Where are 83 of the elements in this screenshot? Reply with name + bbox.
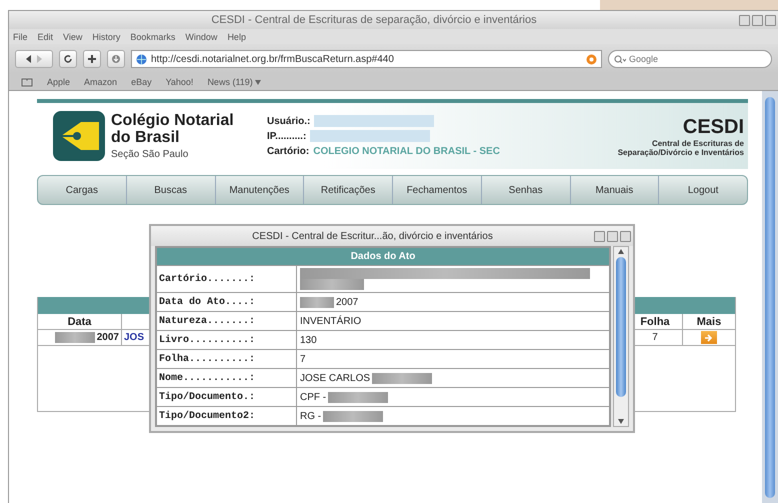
close-button[interactable]	[620, 230, 631, 242]
bookmark-link[interactable]: eBay	[131, 77, 152, 87]
field-value: 2007	[336, 296, 358, 308]
add-bookmark-button[interactable]	[83, 50, 101, 68]
field-label: Cartório.......:	[157, 266, 297, 292]
org-subtitle: Seção São Paulo	[111, 149, 190, 160]
close-button[interactable]	[765, 14, 776, 26]
maximize-button[interactable]	[752, 14, 763, 26]
scroll-up-icon[interactable]	[618, 249, 624, 254]
menu-item[interactable]: File	[13, 32, 28, 42]
nav-item[interactable]: Fechamentos	[393, 176, 482, 204]
book-icon[interactable]	[21, 78, 33, 86]
nav-item[interactable]: Senhas	[482, 176, 570, 204]
search-field[interactable]: Google	[608, 50, 772, 68]
scrollbar[interactable]	[762, 91, 778, 503]
table-cell: 7	[652, 332, 658, 343]
nav-item[interactable]: Manutenções	[216, 176, 304, 204]
table-cell: 2007	[96, 332, 119, 343]
nav-item[interactable]: Buscas	[126, 176, 216, 204]
minimize-button[interactable]	[594, 230, 605, 242]
bookmark-link[interactable]: Yahoo!	[166, 77, 194, 87]
search-icon	[614, 55, 626, 64]
field-label: Cartório:	[267, 146, 310, 156]
field-label: Tipo/Documento2:	[157, 407, 297, 425]
record-link[interactable]: JOS	[124, 332, 144, 343]
redacted-text	[54, 332, 95, 343]
field-value: RG -	[300, 410, 322, 422]
field-label: Natureza.......:	[157, 312, 297, 330]
bookmark-link[interactable]: Apple	[47, 77, 70, 87]
back-forward-arrows-icon	[24, 55, 44, 63]
org-name: do Brasil	[111, 129, 180, 146]
more-button[interactable]	[701, 331, 717, 344]
reload-icon	[63, 54, 73, 64]
field-value: CPF -	[300, 392, 326, 402]
brand-subtitle: Central de Escrituras de	[652, 138, 744, 148]
nav-item[interactable]: Retificações	[304, 176, 393, 204]
reload-button[interactable]	[59, 50, 77, 68]
download-icon	[111, 54, 121, 64]
field-label: Tipo/Documento.:	[157, 388, 297, 406]
download-button[interactable]	[107, 50, 125, 68]
menu-item[interactable]: Bookmarks	[130, 32, 176, 42]
field-value: COLEGIO NOTARIAL DO BRASIL - SEC	[313, 146, 500, 156]
popup-title: CESDI - Central de Escritur...ão, divórcio e inventários	[251, 230, 494, 242]
caret-icon	[254, 80, 261, 84]
field-value: JOSE CARLOS	[300, 372, 370, 384]
bookmark-link[interactable]: Amazon	[84, 77, 118, 87]
nav-item[interactable]: Logout	[659, 176, 747, 204]
scroll-down-icon[interactable]	[618, 419, 624, 424]
pen-nib-logo-icon	[53, 111, 105, 161]
maximize-button[interactable]	[607, 230, 618, 242]
plus-icon	[87, 54, 97, 64]
org-name: Colégio Notarial	[111, 112, 235, 129]
brand-subtitle: Separação/Divórcio e Inventários	[618, 148, 744, 156]
globe-icon	[136, 54, 147, 64]
field-label: Usuário.:	[267, 116, 310, 126]
menu-item[interactable]: History	[92, 32, 120, 42]
field-value: 130	[300, 334, 317, 346]
field-label: Nome...........:	[157, 369, 297, 387]
menu-item[interactable]: Help	[227, 32, 246, 42]
column-header: Data	[68, 316, 92, 328]
field-value: INVENTÁRIO	[300, 316, 362, 326]
scrollbar[interactable]	[613, 246, 629, 427]
address-field[interactable]: http://cesdi.notarialnet.org.br/frmBuscaReturn.asp#440	[131, 50, 602, 68]
nav-item[interactable]: Cargas	[38, 176, 127, 204]
menu-item[interactable]: View	[63, 32, 82, 42]
field-label: Folha..........:	[157, 350, 297, 368]
bookmark-link[interactable]: News (119)	[207, 77, 261, 87]
menu-item[interactable]: Window	[185, 32, 218, 42]
table-heading: Dados do Ato	[157, 248, 609, 265]
minimize-button[interactable]	[739, 14, 750, 26]
column-header: Mais	[696, 316, 722, 328]
field-label: IP..........:	[267, 130, 306, 142]
rss-icon[interactable]	[586, 54, 597, 64]
field-value: 7	[300, 354, 306, 364]
column-header: Folha	[640, 316, 670, 328]
arrow-right-icon	[704, 334, 714, 342]
field-label: Livro..........:	[157, 331, 297, 349]
brand-title: CESDI	[682, 116, 744, 138]
nav-item[interactable]: Manuais	[570, 176, 660, 204]
menu-item[interactable]: Edit	[38, 32, 54, 42]
field-label: Data do Ato....:	[157, 293, 297, 311]
back-button[interactable]	[15, 50, 53, 68]
window-title: CESDI - Central de Escrituras de separação, divórcio e inventários	[210, 14, 538, 26]
